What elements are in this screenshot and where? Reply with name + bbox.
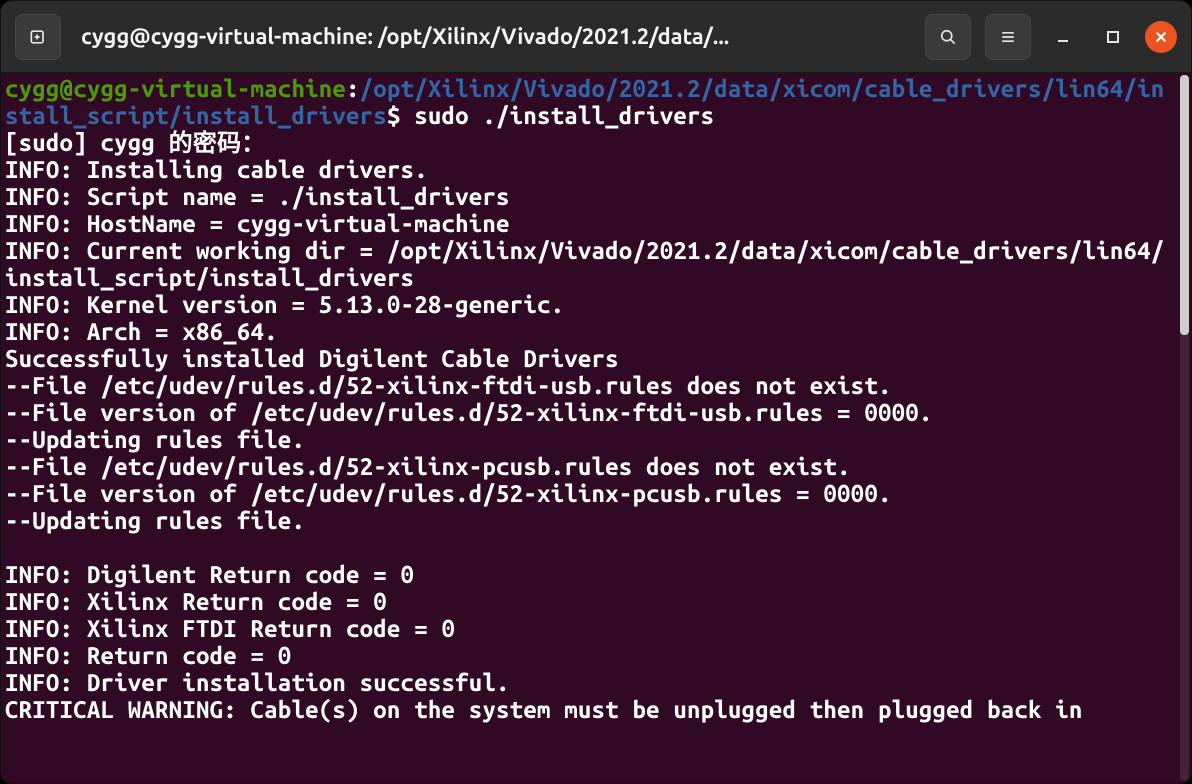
output-line: INFO: Driver installation successful. bbox=[5, 669, 510, 696]
output-line: INFO: HostName = cygg-virtual-machine bbox=[5, 210, 510, 237]
terminal-window: cygg@cygg-virtual-machine: /opt/Xilinx/V… bbox=[0, 0, 1192, 784]
new-tab-icon bbox=[28, 27, 48, 47]
output-line: INFO: Xilinx FTDI Return code = 0 bbox=[5, 615, 455, 642]
maximize-button[interactable] bbox=[1095, 19, 1131, 55]
minimize-icon bbox=[1055, 29, 1071, 45]
close-button[interactable] bbox=[1145, 21, 1177, 53]
close-icon bbox=[1154, 30, 1168, 44]
terminal-body[interactable]: cygg@cygg-virtual-machine:/opt/Xilinx/Vi… bbox=[1, 73, 1191, 783]
titlebar: cygg@cygg-virtual-machine: /opt/Xilinx/V… bbox=[1, 1, 1191, 73]
new-tab-button[interactable] bbox=[15, 14, 61, 60]
output-line: Successfully installed Digilent Cable Dr… bbox=[5, 345, 619, 372]
prompt-colon: : bbox=[346, 75, 360, 102]
window-title: cygg@cygg-virtual-machine: /opt/Xilinx/V… bbox=[75, 24, 911, 49]
search-icon bbox=[938, 27, 958, 47]
prompt-command: sudo ./install_drivers bbox=[414, 102, 714, 129]
output-line: INFO: Kernel version = 5.13.0-28-generic… bbox=[5, 291, 564, 318]
menu-button[interactable] bbox=[985, 14, 1031, 60]
output-line: --File /etc/udev/rules.d/52-xilinx-pcusb… bbox=[5, 453, 851, 480]
output-line: INFO: Digilent Return code = 0 bbox=[5, 561, 414, 588]
prompt-dollar: $ bbox=[387, 102, 414, 129]
output-line: INFO: Current working dir = /opt/Xilinx/… bbox=[5, 237, 1164, 291]
output-line: --Updating rules file. bbox=[5, 426, 305, 453]
output-line: INFO: Xilinx Return code = 0 bbox=[5, 588, 387, 615]
output-line: --File /etc/udev/rules.d/52-xilinx-ftdi-… bbox=[5, 372, 892, 399]
output-line: --File version of /etc/udev/rules.d/52-x… bbox=[5, 399, 933, 426]
output-line: INFO: Script name = ./install_drivers bbox=[5, 183, 510, 210]
output-line: CRITICAL WARNING: Cable(s) on the system… bbox=[5, 696, 1083, 723]
output-line: --Updating rules file. bbox=[5, 507, 305, 534]
maximize-icon bbox=[1105, 29, 1121, 45]
search-button[interactable] bbox=[925, 14, 971, 60]
output-line: [sudo] cygg 的密码： bbox=[5, 129, 265, 156]
hamburger-icon bbox=[998, 27, 1018, 47]
terminal-content[interactable]: cygg@cygg-virtual-machine:/opt/Xilinx/Vi… bbox=[1, 73, 1177, 783]
output-line: INFO: Arch = x86_64. bbox=[5, 318, 278, 345]
scrollbar[interactable] bbox=[1177, 73, 1191, 783]
scrollbar-thumb[interactable] bbox=[1180, 75, 1189, 335]
output-line: INFO: Installing cable drivers. bbox=[5, 156, 428, 183]
minimize-button[interactable] bbox=[1045, 19, 1081, 55]
output-line: INFO: Return code = 0 bbox=[5, 642, 291, 669]
output-line: --File version of /etc/udev/rules.d/52-x… bbox=[5, 480, 892, 507]
prompt-user: cygg@cygg-virtual-machine bbox=[5, 75, 346, 102]
titlebar-actions bbox=[925, 14, 1177, 60]
